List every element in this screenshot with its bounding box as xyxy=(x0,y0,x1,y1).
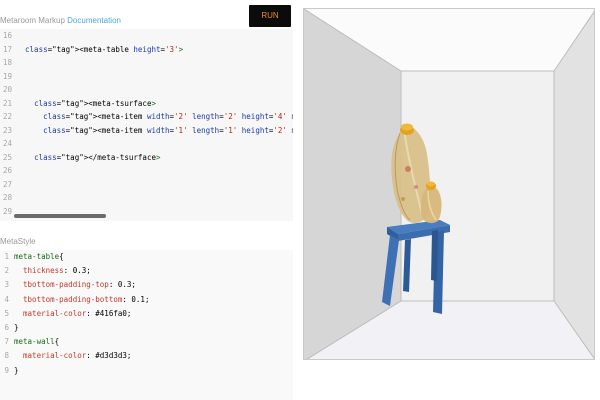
code-text: class="tag"><meta-table height='3'> xyxy=(25,44,184,54)
code-line[interactable]: 22 class="tag"><meta-item width='2' leng… xyxy=(0,110,293,123)
line-number: 23 xyxy=(2,125,12,135)
line-number: 5 xyxy=(4,308,9,318)
code-text: class="tag"><meta-tsurface> xyxy=(34,98,156,108)
style-line[interactable]: 8 material-color: #d3d3d3; xyxy=(0,349,293,363)
line-number: 21 xyxy=(2,98,12,108)
line-number: 26 xyxy=(2,166,12,175)
style-line[interactable]: 9} xyxy=(0,364,293,378)
style-line[interactable]: 5 material-color: #416fa0; xyxy=(0,307,293,321)
style-line[interactable]: 4 tbottom-padding-bottom: 0.1; xyxy=(0,293,293,307)
style-text: thickness: 0.3; xyxy=(23,266,91,276)
style-line[interactable]: 2 thickness: 0.3; xyxy=(0,264,293,278)
line-number: 24 xyxy=(2,139,12,148)
code-line[interactable]: 23 class="tag"><meta-item width='1' leng… xyxy=(0,124,293,137)
style-text: tbottom-padding-top: 0.3; xyxy=(23,280,136,290)
line-number: 7 xyxy=(4,337,9,347)
line-number: 16 xyxy=(2,31,12,40)
line-number: 2 xyxy=(4,266,9,276)
line-number: 9 xyxy=(4,365,9,375)
line-number: 20 xyxy=(2,85,12,94)
code-line[interactable]: 19 xyxy=(0,70,293,83)
style-editor[interactable]: 1 meta-table{2 thickness: 0.3; 3 tbottom-p… xyxy=(0,250,293,400)
style-text: meta-wall{ xyxy=(14,337,60,347)
line-number: 22 xyxy=(2,112,12,121)
style-text: material-color: #416fa0; xyxy=(23,308,132,318)
style-label: MetaStyle xyxy=(0,237,36,246)
code-line[interactable]: 16 xyxy=(0,29,293,42)
code-line[interactable]: 18 xyxy=(0,56,293,69)
code-text: class="tag"><meta-item width='1' length=… xyxy=(43,125,293,135)
markup-editor[interactable]: 16 17 class="tag"><meta-table height='3'>… xyxy=(0,29,293,221)
line-number: 19 xyxy=(2,71,12,81)
line-number: 29 xyxy=(2,206,12,216)
run-button[interactable]: RUN xyxy=(249,5,291,27)
style-line[interactable]: 7 meta-wall{ xyxy=(0,335,293,349)
line-number: 27 xyxy=(2,179,12,189)
line-number: 8 xyxy=(4,351,9,361)
code-line[interactable]: 26 xyxy=(0,164,293,177)
style-text: } xyxy=(14,323,19,332)
line-number: 17 xyxy=(2,44,12,54)
style-line[interactable]: 6} xyxy=(0,321,293,335)
documentation-link[interactable]: Documentation xyxy=(67,16,121,25)
style-text: material-color: #d3d3d3; xyxy=(23,351,132,361)
line-number: 3 xyxy=(4,280,9,290)
room-scene xyxy=(304,9,594,359)
style-text: tbottom-padding-bottom: 0.1; xyxy=(23,294,150,304)
style-text: } xyxy=(14,365,19,375)
3d-preview[interactable] xyxy=(303,8,595,360)
line-number: 4 xyxy=(4,294,9,304)
code-line[interactable]: 28 xyxy=(0,191,293,204)
line-number: 28 xyxy=(2,193,12,202)
line-number: 25 xyxy=(2,152,12,162)
code-line[interactable]: 25 class="tag"></meta-tsurface> xyxy=(0,151,293,164)
style-text: meta-table{ xyxy=(14,252,64,261)
code-text: class="tag"></meta-tsurface> xyxy=(34,152,161,162)
style-line[interactable]: 3 tbottom-padding-top: 0.3; xyxy=(0,278,293,292)
code-line[interactable]: 27 xyxy=(0,178,293,191)
code-line[interactable]: 17 class="tag"><meta-table height='3'> xyxy=(0,43,293,56)
code-text: class="tag"><meta-item width='2' length=… xyxy=(43,112,293,121)
style-line[interactable]: 1 meta-table{ xyxy=(0,250,293,264)
code-line[interactable]: 24 xyxy=(0,137,293,150)
code-line[interactable]: 21 class="tag"><meta-tsurface> xyxy=(0,97,293,110)
line-number: 1 xyxy=(4,252,9,261)
code-line[interactable]: 20 xyxy=(0,83,293,96)
editor-panel: Metaroom Markup Documentation RUN 16 17 c… xyxy=(0,0,293,400)
horizontal-scrollbar[interactable] xyxy=(14,214,106,218)
line-number: 18 xyxy=(2,58,12,67)
line-number: 6 xyxy=(4,323,9,332)
markup-label: Metaroom Markup xyxy=(0,16,65,25)
